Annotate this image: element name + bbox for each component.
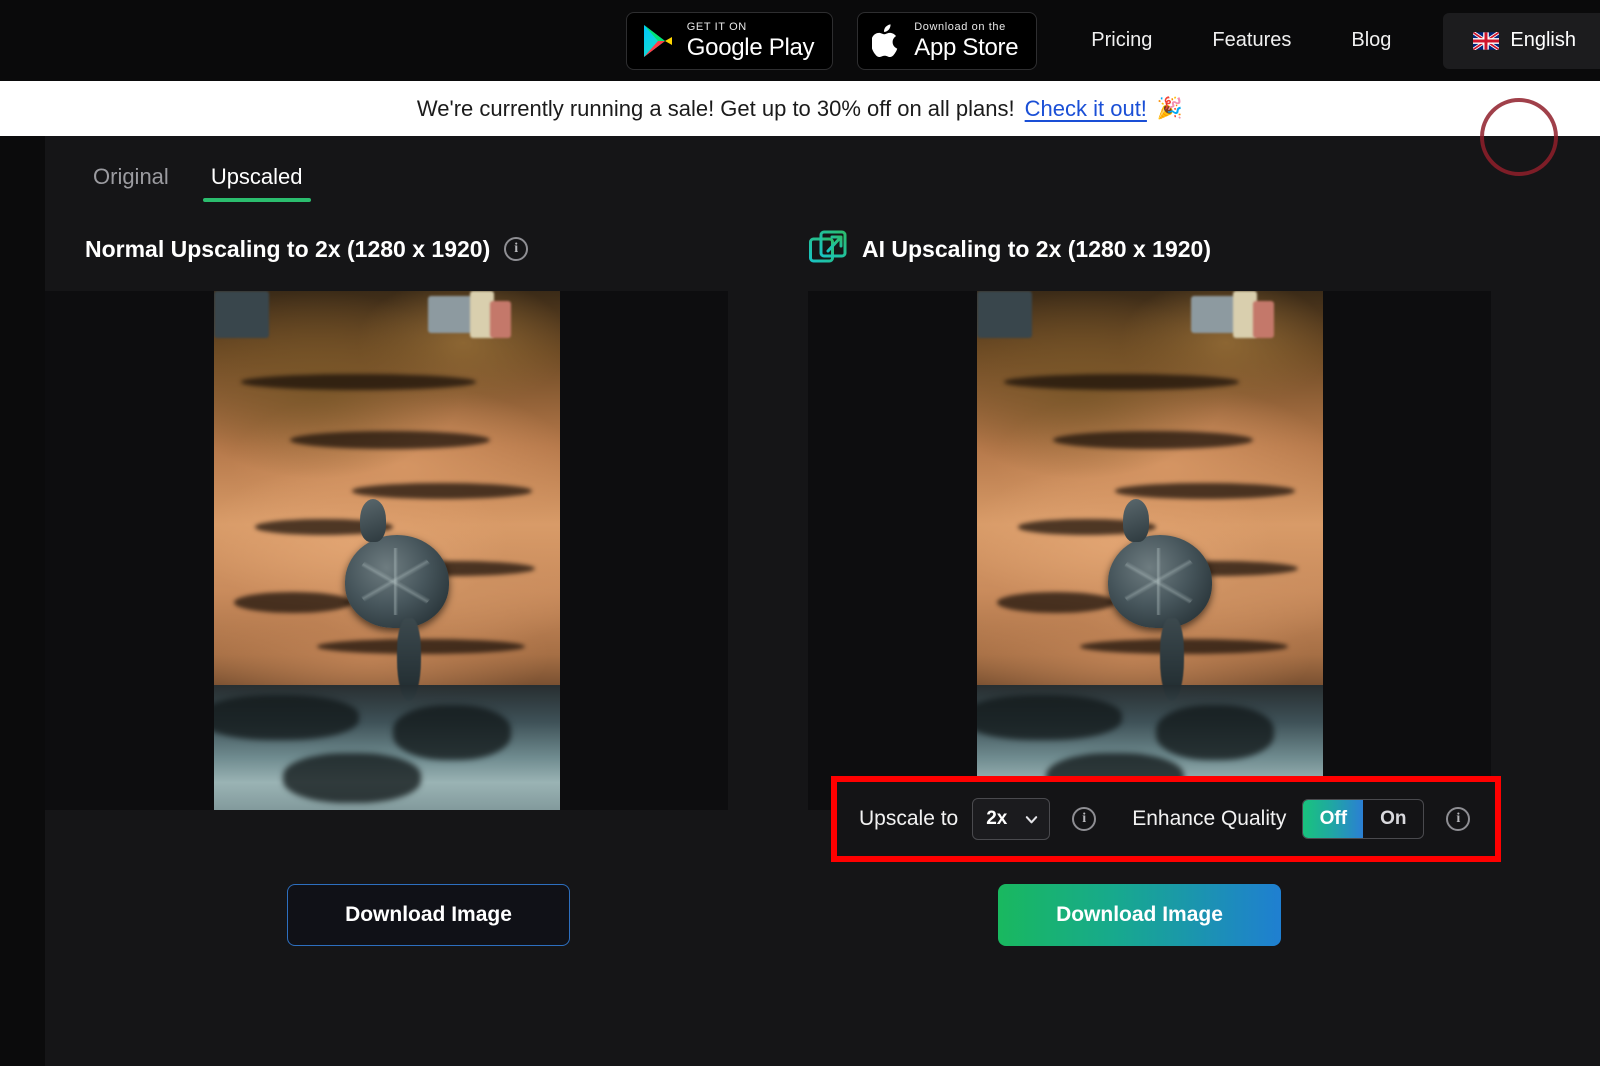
photo-object bbox=[976, 291, 1032, 338]
photo-object bbox=[428, 296, 473, 333]
download-image-button-ai[interactable]: Download Image bbox=[998, 884, 1281, 946]
google-play-badge[interactable]: GET IT ON Google Play bbox=[625, 11, 834, 70]
view-tabs: Original Upscaled bbox=[85, 160, 311, 202]
language-label: English bbox=[1510, 29, 1576, 51]
upscale-factor-value: 2x bbox=[986, 808, 1008, 829]
enhance-quality-off-option[interactable]: Off bbox=[1303, 800, 1364, 838]
photo-object bbox=[490, 301, 512, 338]
app-store-big-text: App Store bbox=[914, 33, 1019, 61]
enhance-quality-on-option[interactable]: On bbox=[1363, 800, 1423, 838]
photo-object bbox=[1191, 296, 1236, 333]
photo-water-layer bbox=[213, 685, 560, 810]
ai-upscale-icon bbox=[809, 230, 847, 263]
photo-object bbox=[213, 291, 269, 338]
google-play-big-text: Google Play bbox=[686, 33, 815, 61]
normal-upscaled-image bbox=[213, 291, 560, 810]
ai-upscaling-title: AI Upscaling to 2x (1280 x 1920) bbox=[862, 235, 1211, 262]
tab-original[interactable]: Original bbox=[85, 160, 177, 202]
photo-object bbox=[1253, 301, 1275, 338]
apple-icon bbox=[872, 23, 898, 57]
normal-upscaling-header: Normal Upscaling to 2x (1280 x 1920) i bbox=[45, 232, 768, 266]
photo-turtle bbox=[1107, 499, 1212, 629]
ai-upscaled-image bbox=[976, 291, 1323, 810]
download-image-button-normal[interactable]: Download Image bbox=[287, 884, 570, 946]
ai-upscale-controls: Upscale to 2x i Enhance Quality Off On i bbox=[831, 776, 1501, 862]
normal-image-panel bbox=[45, 291, 728, 810]
decorative-circle bbox=[1480, 98, 1558, 176]
uk-flag-icon bbox=[1473, 31, 1500, 50]
ai-image-panel bbox=[808, 291, 1491, 810]
page-content: Original Upscaled Normal Upscaling to 2x… bbox=[45, 136, 1600, 1066]
normal-upscaling-column: Normal Upscaling to 2x (1280 x 1920) i D… bbox=[45, 232, 768, 946]
nav-link-pricing[interactable]: Pricing bbox=[1061, 29, 1182, 52]
google-play-small-text: GET IT ON bbox=[686, 20, 747, 33]
upscale-factor-select[interactable]: 2x bbox=[972, 798, 1051, 840]
ai-upscaling-header: AI Upscaling to 2x (1280 x 1920) bbox=[808, 230, 1531, 266]
party-popper-icon: 🎉 bbox=[1156, 96, 1184, 120]
nav-link-features[interactable]: Features bbox=[1182, 29, 1321, 52]
nav-link-blog[interactable]: Blog bbox=[1321, 29, 1421, 52]
tab-upscaled[interactable]: Upscaled bbox=[202, 160, 311, 202]
sale-banner: We're currently running a sale! Get up t… bbox=[0, 81, 1600, 136]
left-gutter bbox=[0, 136, 45, 1066]
ai-upscaling-column: AI Upscaling to 2x (1280 x 1920) Upscale… bbox=[808, 230, 1531, 946]
normal-upscaling-title: Normal Upscaling to 2x (1280 x 1920) bbox=[85, 235, 491, 262]
language-selector[interactable]: English bbox=[1443, 12, 1600, 69]
google-play-icon bbox=[643, 24, 672, 57]
comparison-columns: Normal Upscaling to 2x (1280 x 1920) i D… bbox=[45, 230, 1600, 946]
info-icon[interactable]: i bbox=[504, 237, 529, 261]
sale-banner-link[interactable]: Check it out! bbox=[1025, 96, 1147, 122]
sale-banner-text: We're currently running a sale! Get up t… bbox=[416, 95, 1015, 121]
enhance-info-icon[interactable]: i bbox=[1446, 807, 1471, 831]
app-store-badge[interactable]: Download on the App Store bbox=[857, 11, 1038, 70]
upscale-info-icon[interactable]: i bbox=[1072, 807, 1097, 831]
enhance-quality-label: Enhance Quality bbox=[1132, 807, 1287, 830]
photo-turtle bbox=[344, 499, 449, 629]
top-navigation-bar: GET IT ON Google Play Download on the Ap… bbox=[0, 0, 1600, 81]
upscale-to-label: Upscale to bbox=[859, 807, 959, 830]
chevron-down-icon bbox=[1026, 815, 1038, 823]
enhance-quality-toggle[interactable]: Off On bbox=[1302, 799, 1425, 839]
app-store-small-text: Download on the bbox=[914, 20, 1006, 33]
